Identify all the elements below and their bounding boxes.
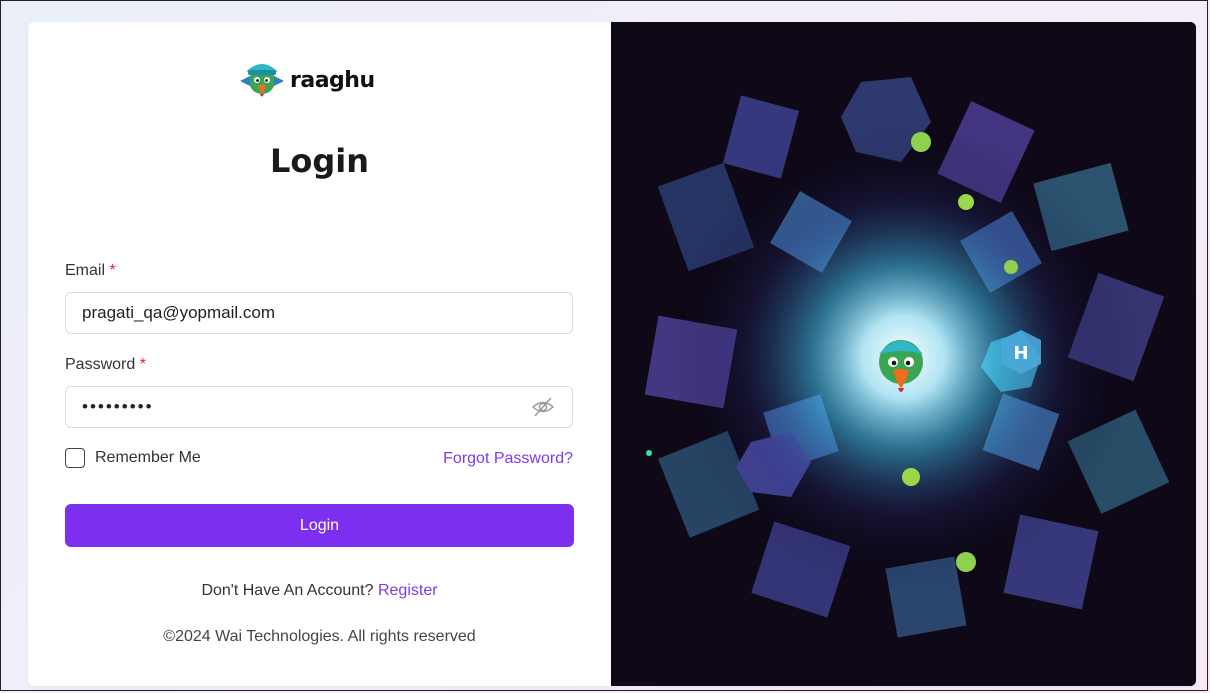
forgot-password-link[interactable]: Forgot Password? [443, 450, 573, 468]
copyright-text: ©2024 Wai Technologies. All rights reser… [163, 628, 476, 645]
password-label-text: Password [65, 356, 136, 373]
register-prompt: Don't Have An Account? Register [28, 582, 611, 600]
remember-me-checkbox[interactable] [65, 448, 85, 468]
brand-logo: raaghu [238, 52, 375, 108]
email-label-text: Email [65, 262, 106, 279]
hero-artwork: H [611, 22, 1196, 686]
register-link[interactable]: Register [378, 582, 438, 599]
login-panel: raaghu Login Email * Password * Remember… [28, 22, 611, 686]
parrot-mascot-icon [240, 64, 284, 97]
password-label: Password * [65, 356, 146, 374]
email-required-marker: * [109, 262, 116, 279]
remember-me-label: Remember Me [95, 449, 201, 466]
email-field[interactable] [65, 292, 573, 334]
register-prompt-text: Don't Have An Account? [201, 582, 374, 599]
hero-illustration: H [611, 22, 1196, 686]
login-button[interactable]: Login [65, 504, 574, 547]
login-card: raaghu Login Email * Password * Remember… [28, 22, 1196, 686]
remember-me[interactable]: Remember Me [65, 448, 201, 468]
brand-name: raaghu [290, 67, 375, 93]
svg-text:H: H [1013, 343, 1028, 364]
password-required-marker: * [139, 356, 146, 373]
password-field[interactable] [65, 386, 573, 428]
page-title: Login [269, 142, 370, 180]
password-field-wrapper [65, 386, 573, 428]
email-label: Email * [65, 262, 116, 280]
eye-off-icon[interactable] [531, 396, 555, 418]
